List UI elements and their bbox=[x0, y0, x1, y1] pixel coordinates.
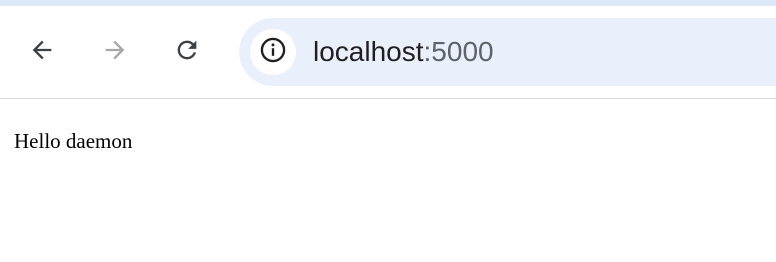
site-info-button[interactable] bbox=[250, 29, 296, 75]
back-button[interactable] bbox=[22, 32, 62, 72]
url-host: localhost bbox=[313, 36, 424, 67]
page-content: Hello daemon bbox=[0, 99, 776, 262]
page-body-text: Hello daemon bbox=[14, 129, 133, 153]
browser-toolbar: localhost:5000 bbox=[0, 6, 776, 99]
browser-window: localhost:5000 Hello daemon bbox=[0, 0, 776, 262]
arrow-right-icon bbox=[101, 36, 129, 69]
arrow-left-icon bbox=[28, 36, 56, 69]
url-port: :5000 bbox=[423, 36, 494, 67]
url-text[interactable]: localhost:5000 bbox=[313, 18, 494, 86]
address-bar[interactable]: localhost:5000 bbox=[239, 18, 776, 86]
reload-button[interactable] bbox=[167, 32, 207, 72]
forward-button[interactable] bbox=[95, 32, 135, 72]
info-icon bbox=[259, 36, 287, 69]
reload-icon bbox=[173, 36, 201, 69]
